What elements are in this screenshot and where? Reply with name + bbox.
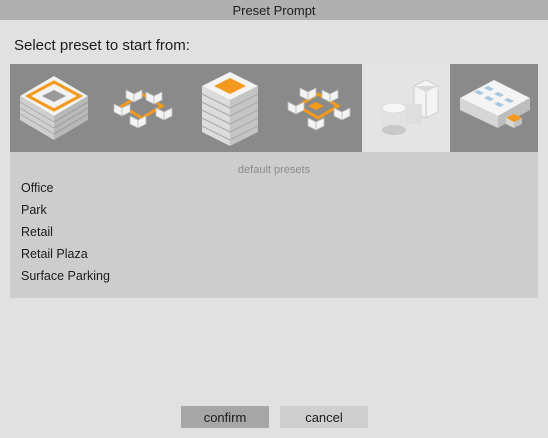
title-bar: Preset Prompt: [0, 0, 548, 20]
cancel-button[interactable]: cancel: [280, 406, 368, 428]
preset-tile-5[interactable]: [362, 64, 450, 152]
list-section-header: default presets: [237, 164, 311, 176]
tanks-and-building-icon: [381, 79, 439, 135]
preset-tile-4[interactable]: [274, 64, 362, 152]
preset-thumbnail-strip: [10, 64, 538, 152]
prompt-label: Select preset to start from:: [14, 37, 190, 54]
list-item-retail-plaza[interactable]: Retail Plaza: [21, 247, 88, 261]
preset-tile-6[interactable]: [450, 64, 538, 152]
campus-cluster-icon: [287, 87, 351, 131]
list-item-surface-parking[interactable]: Surface Parking: [21, 269, 110, 283]
courtyard-block-icon: [19, 76, 89, 140]
list-item-retail[interactable]: Retail: [21, 225, 53, 239]
warehouse-icon: [460, 80, 530, 128]
building-cluster-icon: [113, 89, 173, 129]
preset-tile-2[interactable]: [98, 64, 186, 152]
preset-list: default presets Office Park Retail Retai…: [10, 152, 538, 298]
window-title: Preset Prompt: [232, 2, 316, 18]
preset-tile-1[interactable]: [10, 64, 98, 152]
tower-icon: [201, 72, 259, 146]
preset-tile-3[interactable]: [186, 64, 274, 152]
confirm-button[interactable]: confirm: [181, 406, 269, 428]
list-item-park[interactable]: Park: [21, 203, 47, 217]
list-item-office[interactable]: Office: [21, 181, 53, 195]
